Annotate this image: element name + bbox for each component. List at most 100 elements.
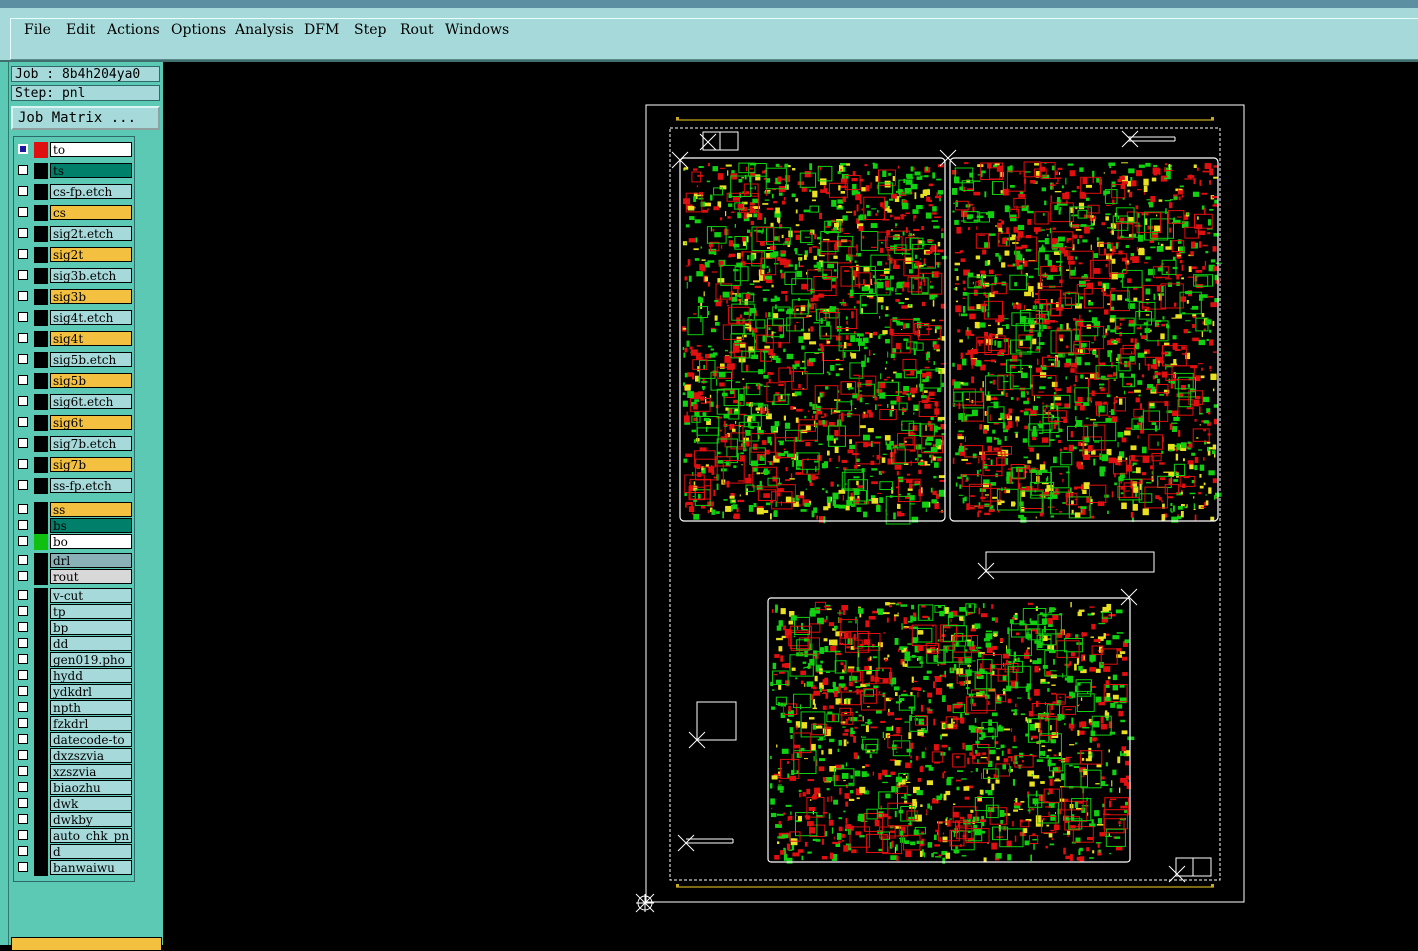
layer-color-swatch[interactable] bbox=[34, 310, 48, 326]
layer-color-swatch[interactable] bbox=[34, 604, 48, 620]
layer-row-dd[interactable]: dd bbox=[16, 636, 133, 652]
layer-color-swatch[interactable] bbox=[34, 668, 48, 684]
layer-name[interactable]: sig4t bbox=[50, 331, 132, 346]
layer-row-xzszvia[interactable]: xzszvia bbox=[16, 764, 133, 780]
layer-name[interactable]: bp bbox=[50, 620, 132, 635]
layer-row-dwk[interactable]: dwk bbox=[16, 796, 133, 812]
layer-checkbox[interactable] bbox=[18, 354, 28, 364]
layer-color-swatch[interactable] bbox=[34, 457, 48, 473]
layer-name[interactable]: ss-fp.etch bbox=[50, 478, 132, 493]
layer-row-bp[interactable]: bp bbox=[16, 620, 133, 636]
layer-name[interactable]: sig3b.etch bbox=[50, 268, 132, 283]
layer-color-swatch[interactable] bbox=[34, 828, 48, 844]
layer-checkbox[interactable] bbox=[18, 782, 28, 792]
layer-name[interactable]: dd bbox=[50, 636, 132, 651]
layer-color-swatch[interactable] bbox=[34, 764, 48, 780]
layer-checkbox[interactable] bbox=[18, 520, 28, 530]
layer-row-sig6t[interactable]: sig6t bbox=[16, 415, 133, 431]
layer-checkbox[interactable] bbox=[18, 734, 28, 744]
layer-checkbox[interactable] bbox=[18, 207, 28, 217]
layer-row-sig5b[interactable]: sig5b bbox=[16, 373, 133, 389]
layer-color-swatch[interactable] bbox=[34, 289, 48, 305]
layer-name[interactable]: banwaiwu bbox=[50, 860, 132, 875]
layer-row-biaozhu[interactable]: biaozhu bbox=[16, 780, 133, 796]
layer-row-ss-fp-etch[interactable]: ss-fp.etch bbox=[16, 478, 133, 494]
layer-name[interactable]: dwk bbox=[50, 796, 132, 811]
menu-actions[interactable]: Actions bbox=[107, 22, 160, 38]
layer-name[interactable]: v-cut bbox=[50, 588, 132, 603]
layer-color-swatch[interactable] bbox=[34, 268, 48, 284]
layer-checkbox[interactable] bbox=[18, 186, 28, 196]
layer-color-swatch[interactable] bbox=[34, 142, 48, 158]
layer-row-sig6t-etch[interactable]: sig6t.etch bbox=[16, 394, 133, 410]
layer-color-swatch[interactable] bbox=[34, 569, 48, 585]
layer-row-ts[interactable]: ts bbox=[16, 163, 133, 179]
layer-row-dwkby[interactable]: dwkby bbox=[16, 812, 133, 828]
layer-row-to[interactable]: to bbox=[16, 142, 133, 158]
layer-checkbox[interactable] bbox=[18, 702, 28, 712]
layer-color-swatch[interactable] bbox=[34, 620, 48, 636]
layer-checkbox[interactable] bbox=[18, 750, 28, 760]
layer-row-tp[interactable]: tp bbox=[16, 604, 133, 620]
layer-row-rout[interactable]: rout bbox=[16, 569, 133, 585]
layer-name[interactable]: sig4t.etch bbox=[50, 310, 132, 325]
layer-name[interactable]: bs bbox=[50, 518, 132, 533]
layer-color-swatch[interactable] bbox=[34, 553, 48, 569]
layer-checkbox[interactable] bbox=[18, 670, 28, 680]
panel-view[interactable] bbox=[163, 62, 1418, 945]
layer-checkbox[interactable] bbox=[18, 830, 28, 840]
layer-checkbox[interactable] bbox=[18, 396, 28, 406]
layer-checkbox[interactable] bbox=[18, 555, 28, 565]
layer-name[interactable]: sig5b.etch bbox=[50, 352, 132, 367]
layer-name[interactable]: drl bbox=[50, 553, 132, 568]
layer-color-swatch[interactable] bbox=[34, 436, 48, 452]
layer-row-sig4t[interactable]: sig4t bbox=[16, 331, 133, 347]
layer-checkbox[interactable] bbox=[18, 766, 28, 776]
layer-name[interactable]: sig7b.etch bbox=[50, 436, 132, 451]
layer-checkbox[interactable] bbox=[18, 333, 28, 343]
layer-color-swatch[interactable] bbox=[34, 352, 48, 368]
layer-row-hydd[interactable]: hydd bbox=[16, 668, 133, 684]
layer-color-swatch[interactable] bbox=[34, 331, 48, 347]
layer-checkbox[interactable] bbox=[18, 291, 28, 301]
layer-checkbox[interactable] bbox=[18, 480, 28, 490]
layer-color-swatch[interactable] bbox=[34, 636, 48, 652]
layer-checkbox[interactable] bbox=[18, 375, 28, 385]
layer-name[interactable]: sig7b bbox=[50, 457, 132, 472]
layer-name[interactable]: d bbox=[50, 844, 132, 859]
layer-row-drl[interactable]: drl bbox=[16, 553, 133, 569]
layer-checkbox[interactable] bbox=[18, 686, 28, 696]
layer-row-v-cut[interactable]: v-cut bbox=[16, 588, 133, 604]
menu-options[interactable]: Options bbox=[171, 22, 226, 38]
layer-row-sig7b-etch[interactable]: sig7b.etch bbox=[16, 436, 133, 452]
layer-row-banwaiwu[interactable]: banwaiwu bbox=[16, 860, 133, 876]
layer-name[interactable]: dxzszvia bbox=[50, 748, 132, 763]
menu-step[interactable]: Step bbox=[354, 22, 386, 38]
layer-color-swatch[interactable] bbox=[34, 652, 48, 668]
layer-checkbox[interactable] bbox=[18, 312, 28, 322]
layer-checkbox[interactable] bbox=[18, 571, 28, 581]
layer-name[interactable]: gen019.pho bbox=[50, 652, 132, 667]
layer-checkbox[interactable] bbox=[18, 798, 28, 808]
layer-color-swatch[interactable] bbox=[34, 844, 48, 860]
layer-color-swatch[interactable] bbox=[34, 684, 48, 700]
layer-color-swatch[interactable] bbox=[34, 478, 48, 494]
layer-checkbox[interactable] bbox=[18, 249, 28, 259]
layer-name[interactable]: sig2t bbox=[50, 247, 132, 262]
layer-name[interactable]: cs bbox=[50, 205, 132, 220]
layer-name[interactable]: auto_chk_pn bbox=[50, 828, 132, 843]
layer-row-sig2t-etch[interactable]: sig2t.etch bbox=[16, 226, 133, 242]
menu-windows[interactable]: Windows bbox=[445, 22, 509, 38]
layer-row-auto-chk-pn[interactable]: auto_chk_pn bbox=[16, 828, 133, 844]
layer-color-swatch[interactable] bbox=[34, 226, 48, 242]
layer-color-swatch[interactable] bbox=[34, 780, 48, 796]
layer-color-swatch[interactable] bbox=[34, 716, 48, 732]
layer-color-swatch[interactable] bbox=[34, 748, 48, 764]
layer-row-fzkdrl[interactable]: fzkdrl bbox=[16, 716, 133, 732]
layer-color-swatch[interactable] bbox=[34, 184, 48, 200]
menu-dfm[interactable]: DFM bbox=[304, 22, 339, 38]
layer-checkbox[interactable] bbox=[18, 270, 28, 280]
layer-row-bs[interactable]: bs bbox=[16, 518, 133, 534]
layer-name[interactable]: rout bbox=[50, 569, 132, 584]
layer-color-swatch[interactable] bbox=[34, 732, 48, 748]
